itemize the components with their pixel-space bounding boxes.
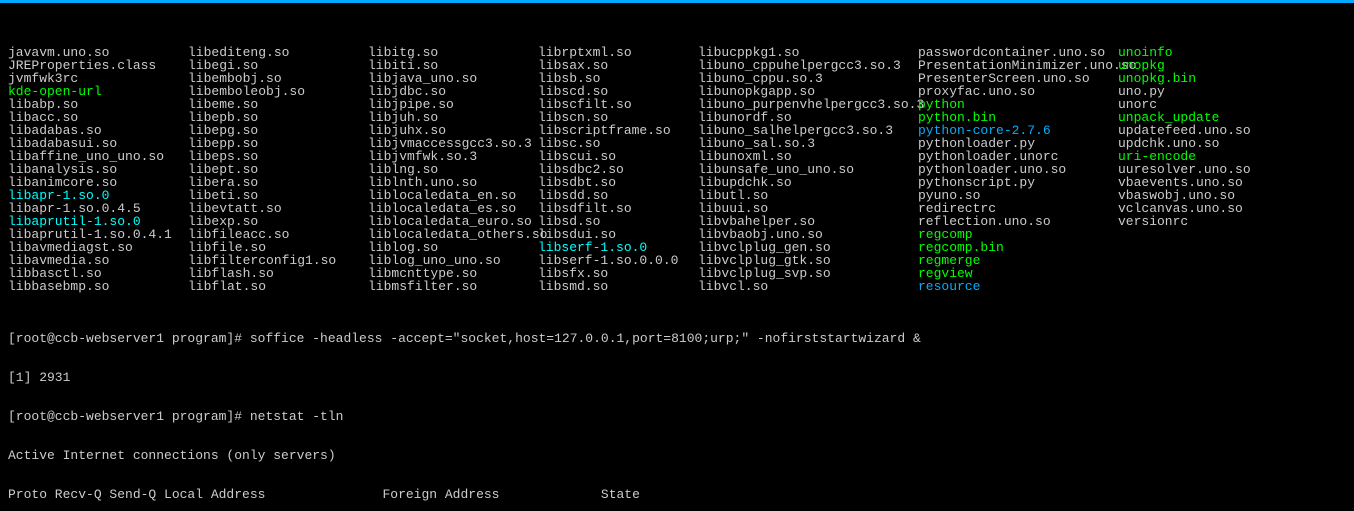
ls-column: libucppkg1.solibuno_cppuhelpergcc3.so.3l… [698,46,918,293]
ls-column: libediteng.solibegi.solibembobj.solibemb… [188,46,368,293]
ls-column: unoinfounopkgunopkg.binuno.pyunorcunpack… [1118,46,1298,293]
ls-column: javavm.uno.soJREProperties.classjvmfwk3r… [8,46,188,293]
command-text: netstat -tln [250,409,344,424]
terminal-viewport[interactable]: javavm.uno.soJREProperties.classjvmfwk3r… [0,3,1354,511]
ls-entry: libbasebmp.so [8,280,188,293]
ls-entry: versionrc [1118,215,1298,228]
ls-entry: libflat.so [188,280,368,293]
ls-entry [1118,254,1298,267]
netstat-header: Proto Recv-Q Send-Q Local Address Foreig… [8,488,1346,501]
ls-entry [1118,280,1298,293]
ls-column: librptxml.solibsax.solibsb.solibscd.soli… [538,46,698,293]
prompt: [root@ccb-webserver1 program]# [8,409,250,424]
command-line-2: [root@ccb-webserver1 program]# netstat -… [8,410,1346,423]
ls-entry: libvcl.so [698,280,918,293]
ls-entry: libmsfilter.so [368,280,538,293]
netstat-title: Active Internet connections (only server… [8,449,1346,462]
ls-column: libitg.solibiti.solibjava_uno.solibjdbc.… [368,46,538,293]
ls-entry [1118,241,1298,254]
ls-entry: resource [918,280,1118,293]
prompt: [root@ccb-webserver1 program]# [8,331,250,346]
ls-entry: libsmd.so [538,280,698,293]
ls-entry [1118,267,1298,280]
command-text: soffice -headless -accept="socket,host=1… [250,331,921,346]
ls-entry [1118,228,1298,241]
ls-output: javavm.uno.soJREProperties.classjvmfwk3r… [8,46,1346,293]
command-line-1: [root@ccb-webserver1 program]# soffice -… [8,332,1346,345]
background-job: [1] 2931 [8,371,1346,384]
ls-column: passwordcontainer.uno.soPresentationMini… [918,46,1118,293]
